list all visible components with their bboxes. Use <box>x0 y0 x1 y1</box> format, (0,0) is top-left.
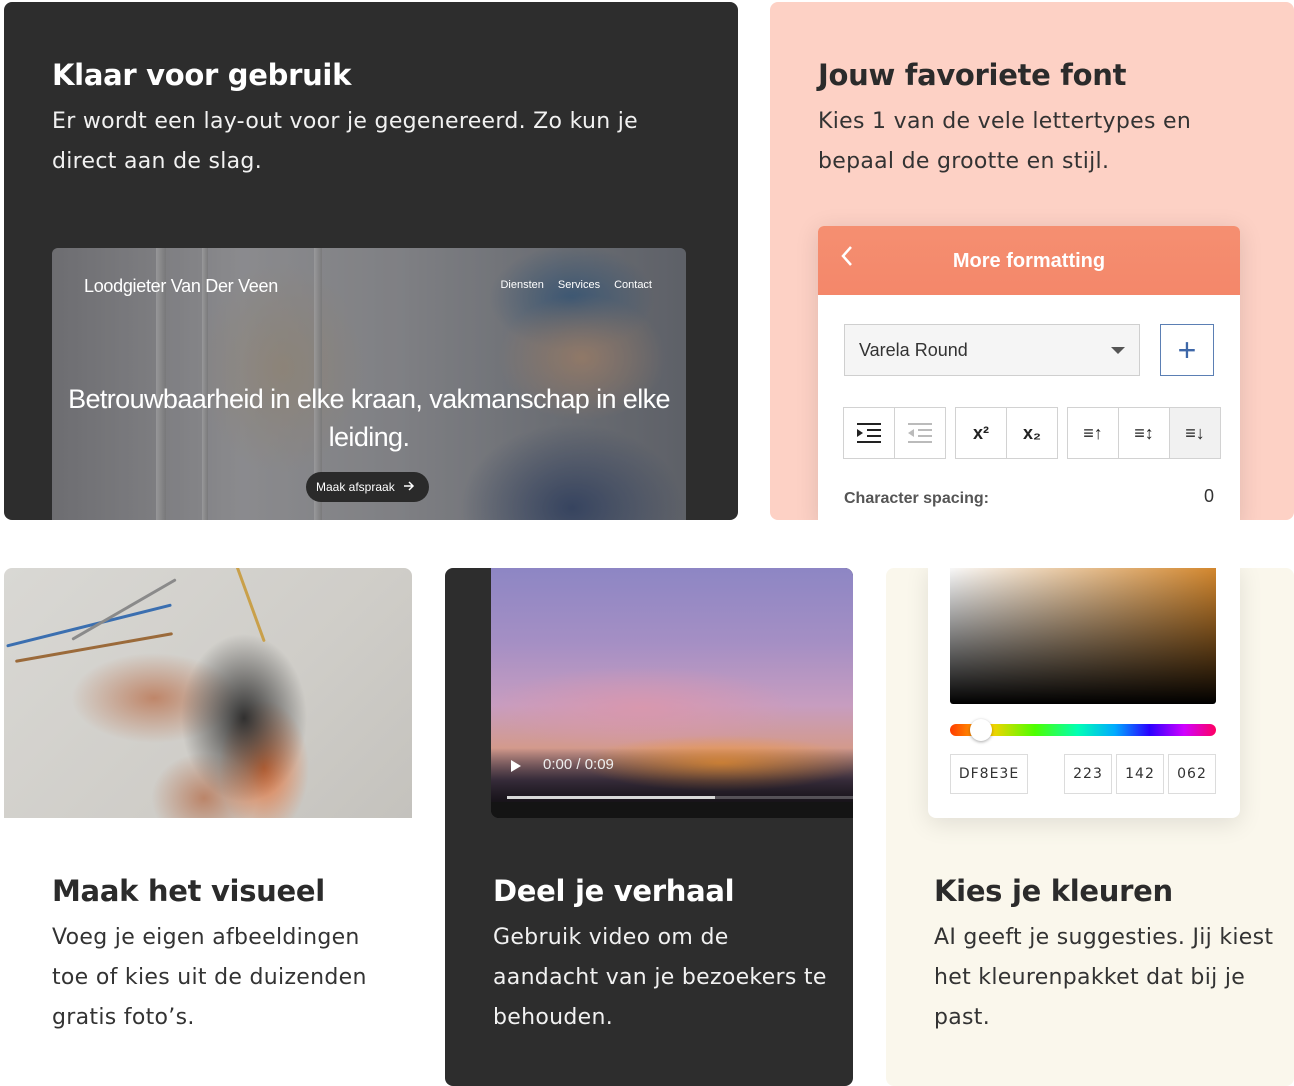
color-picker: DF8E3E 223 142 062 <box>928 568 1240 818</box>
card-ready-to-use: Klaar voor gebruik Er wordt een lay-out … <box>4 2 738 520</box>
outdent-icon <box>908 423 932 443</box>
align-middle-button[interactable]: ≡↕ <box>1118 407 1170 459</box>
panel-title: More formatting <box>952 250 1106 272</box>
green-input[interactable]: 142 <box>1116 754 1164 794</box>
card-share-story: 0:00 / 0:09 Deel je verhaal Gebruik vide… <box>445 568 853 1086</box>
font-family-select[interactable]: Varela Round <box>844 324 1140 376</box>
character-spacing-label: Character spacing: <box>844 490 989 507</box>
card-favorite-font: Jouw favoriete font Kies 1 van de vele l… <box>770 2 1294 520</box>
indent-group <box>843 407 946 459</box>
arrow-right-icon <box>403 480 415 494</box>
video-time: 0:00 / 0:09 <box>543 756 614 773</box>
hex-input[interactable]: DF8E3E <box>950 754 1028 794</box>
hue-slider-handle[interactable] <box>970 719 992 741</box>
subscript-button[interactable]: x₂ <box>1006 407 1058 459</box>
caret-down-icon <box>1111 347 1125 354</box>
vertical-align-group: ≡↑ ≡↕ ≡↓ <box>1067 407 1221 459</box>
card-title: Kies je kleuren <box>934 874 1173 908</box>
wire-decoration <box>232 568 266 643</box>
character-spacing-value[interactable]: 0 <box>1204 486 1214 507</box>
card-description: Gebruik video om de aandacht van je bezo… <box>493 925 827 1030</box>
outdent-button[interactable] <box>894 407 946 459</box>
panel-header: More formatting <box>818 226 1240 295</box>
wire-decoration <box>71 578 177 641</box>
align-top-button[interactable]: ≡↑ <box>1067 407 1119 459</box>
add-font-button[interactable]: + <box>1160 324 1214 376</box>
card-description: AI geeft je suggesties. Jij kiest het kl… <box>934 925 1274 1030</box>
cta-label: Maak afspraak <box>316 480 395 494</box>
video-bottom-strip <box>491 802 853 818</box>
play-icon[interactable] <box>511 760 521 772</box>
blue-input[interactable]: 062 <box>1168 754 1216 794</box>
red-input[interactable]: 223 <box>1064 754 1112 794</box>
nav-item-services[interactable]: Services <box>558 279 600 291</box>
video-progress-fill <box>507 796 715 799</box>
make-appointment-button[interactable]: Maak afspraak <box>306 472 429 502</box>
font-family-value: Varela Round <box>859 339 968 360</box>
hue-slider[interactable] <box>950 719 1216 741</box>
card-title: Deel je verhaal <box>493 874 735 908</box>
superscript-button[interactable]: x² <box>955 407 1007 459</box>
website-preview: Loodgieter Van Der Veen Diensten Service… <box>52 248 686 520</box>
card-description: Voeg je eigen afbeeldingen toe of kies u… <box>52 925 367 1030</box>
hero-heading: Betrouwbaarheid in elke kraan, vakmansch… <box>68 384 670 452</box>
card-description: Kies 1 van de vele lettertypes en bepaal… <box>818 109 1192 174</box>
script-group: x² x₂ <box>955 407 1058 459</box>
wire-decoration <box>6 603 172 648</box>
electrician-photo <box>4 568 412 818</box>
card-title: Maak het visueel <box>52 874 325 908</box>
indent-button[interactable] <box>843 407 895 459</box>
saturation-area[interactable] <box>950 568 1216 704</box>
formatting-panel: More formatting Varela Round + x² x₂ ≡↑ … <box>818 226 1240 520</box>
indent-icon <box>857 423 881 443</box>
site-nav: Diensten Services Contact <box>500 279 652 291</box>
card-description: Er wordt een lay-out voor je gegenereerd… <box>52 109 638 174</box>
card-title: Klaar voor gebruik <box>52 58 352 92</box>
card-title: Jouw favoriete font <box>818 58 1127 92</box>
card-choose-colors: DF8E3E 223 142 062 Kies je kleuren AI ge… <box>886 568 1294 1086</box>
align-bottom-button[interactable]: ≡↓ <box>1169 407 1221 459</box>
video-player[interactable]: 0:00 / 0:09 <box>491 568 853 818</box>
nav-item-contact[interactable]: Contact <box>614 279 652 291</box>
site-logo[interactable]: Loodgieter Van Der Veen <box>84 276 278 297</box>
video-progress-bar[interactable] <box>507 796 853 799</box>
nav-item-diensten[interactable]: Diensten <box>500 279 543 291</box>
card-make-visual: Maak het visueel Voeg je eigen afbeeldin… <box>4 568 412 1086</box>
